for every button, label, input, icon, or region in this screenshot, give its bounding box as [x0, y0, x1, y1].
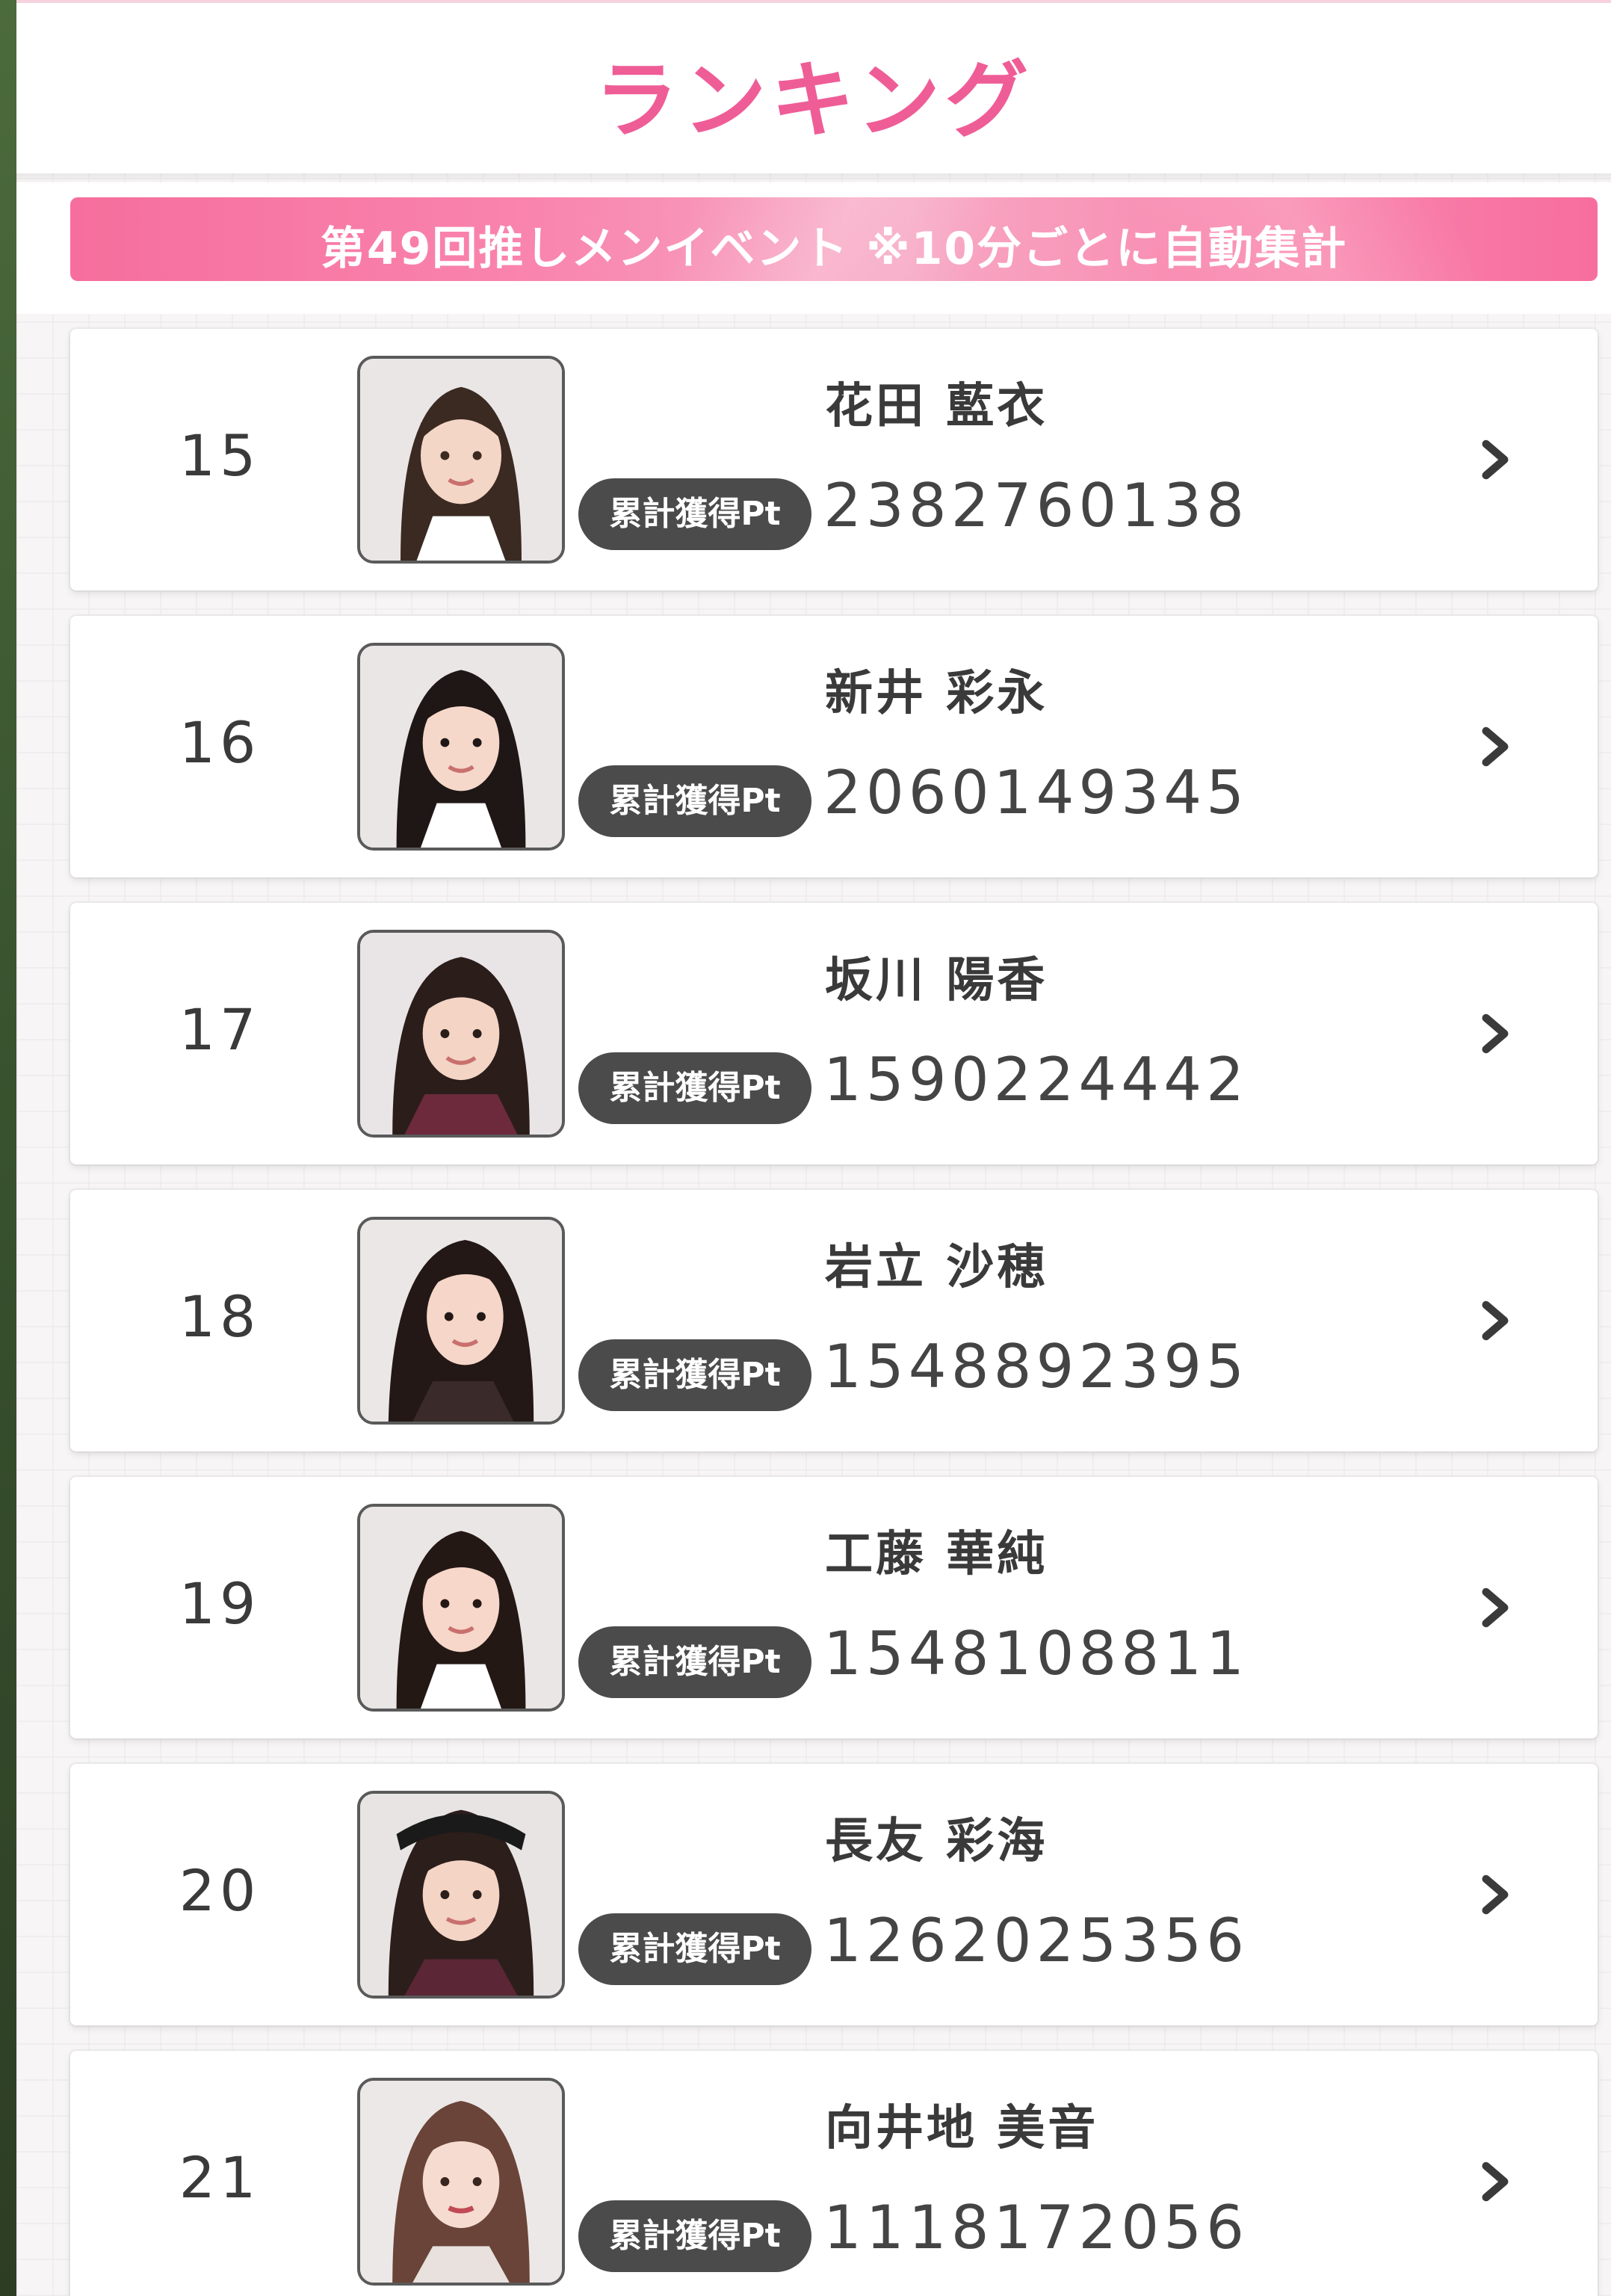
points-value: 1548892395: [823, 1332, 1249, 1401]
points-value: 2382760138: [823, 471, 1249, 540]
chevron-right-icon[interactable]: [1469, 720, 1521, 773]
member-photo-icon: [360, 359, 562, 561]
member-name: 岩立 沙穂: [825, 1240, 1048, 1295]
event-banner-text: 第49回推しメンイベント ※10分ごとに自動集計: [320, 223, 1348, 275]
member-avatar: [357, 356, 565, 564]
rank-number: 19: [179, 1570, 261, 1637]
points-label-badge: 累計獲得Pt: [578, 765, 811, 837]
ranking-row[interactable]: 21 向井地 美音 累計獲得Pt 1118172056: [70, 2051, 1598, 2296]
member-name: 坂川 陽香: [825, 953, 1048, 1008]
member-avatar: [357, 2078, 565, 2286]
rank-number: 20: [179, 1857, 261, 1924]
ranking-row[interactable]: 16 新井 彩永 累計獲得Pt 2060149345: [70, 616, 1598, 877]
member-name: 工藤 華純: [825, 1527, 1048, 1582]
ranking-panel: ランキング 第49回推しメンイベント ※10分ごとに自動集計 15 花田 藍衣 …: [16, 0, 1611, 2296]
member-photo-icon: [360, 646, 562, 848]
ranking-row[interactable]: 15 花田 藍衣 累計獲得Pt 2382760138: [70, 329, 1598, 590]
points-label-badge: 累計獲得Pt: [578, 2200, 811, 2272]
member-name: 向井地 美音: [825, 2101, 1099, 2156]
chevron-right-icon[interactable]: [1469, 1868, 1521, 1921]
rank-number: 15: [179, 422, 261, 489]
chevron-right-icon[interactable]: [1469, 433, 1521, 486]
ranking-header: ランキング: [16, 0, 1611, 173]
points-label-badge: 累計獲得Pt: [578, 1626, 811, 1698]
chevron-right-icon[interactable]: [1469, 2155, 1521, 2208]
points-label-badge: 累計獲得Pt: [578, 1052, 811, 1124]
header-divider: [16, 173, 1611, 182]
rank-number: 16: [179, 709, 261, 776]
points-value: 1590224442: [823, 1045, 1249, 1114]
chevron-right-icon[interactable]: [1469, 1581, 1521, 1634]
member-name: 長友 彩海: [825, 1814, 1048, 1869]
member-photo-icon: [360, 1794, 562, 1996]
rank-number: 21: [179, 2144, 261, 2211]
member-photo-icon: [360, 2081, 562, 2283]
rank-number: 18: [179, 1283, 261, 1350]
ranking-row[interactable]: 18 岩立 沙穂 累計獲得Pt 1548892395: [70, 1190, 1598, 1451]
ranking-row[interactable]: 20 長友 彩海 累計獲得Pt 1262025356: [70, 1764, 1598, 2025]
member-name: 新井 彩永: [825, 666, 1048, 721]
points-label-badge: 累計獲得Pt: [578, 1913, 811, 1985]
page-title: ランキング: [594, 52, 1033, 149]
member-avatar: [357, 1504, 565, 1712]
points-value: 1118172056: [823, 2193, 1249, 2262]
member-name: 花田 藍衣: [825, 379, 1048, 434]
rank-number: 17: [179, 996, 261, 1063]
member-avatar: [357, 1217, 565, 1425]
member-photo-icon: [360, 933, 562, 1135]
ranking-row[interactable]: 19 工藤 華純 累計獲得Pt 1548108811: [70, 1477, 1598, 1738]
points-value: 2060149345: [823, 758, 1249, 827]
chevron-right-icon[interactable]: [1469, 1007, 1521, 1060]
member-photo-icon: [360, 1220, 562, 1422]
member-avatar: [357, 1791, 565, 1999]
member-photo-icon: [360, 1507, 562, 1709]
points-label-badge: 累計獲得Pt: [578, 478, 811, 550]
member-avatar: [357, 643, 565, 851]
member-avatar: [357, 930, 565, 1138]
ranking-row[interactable]: 17 坂川 陽香 累計獲得Pt 1590224442: [70, 903, 1598, 1164]
points-label-badge: 累計獲得Pt: [578, 1339, 811, 1411]
event-banner: 第49回推しメンイベント ※10分ごとに自動集計: [70, 197, 1598, 281]
points-value: 1262025356: [823, 1906, 1249, 1975]
app-background-edge: [0, 0, 16, 2296]
points-value: 1548108811: [823, 1619, 1249, 1688]
chevron-right-icon[interactable]: [1469, 1294, 1521, 1347]
